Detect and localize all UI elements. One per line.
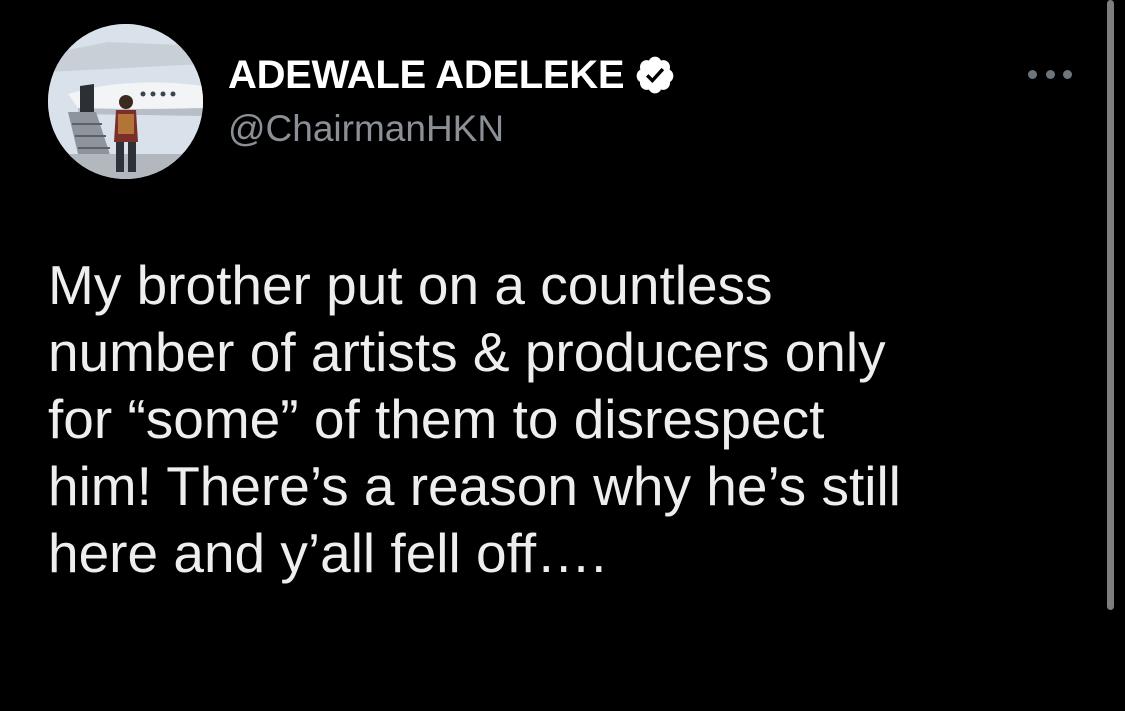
tweet-card: ADEWALE ADELEKE @ChairmanHKN My brother …	[0, 0, 1125, 711]
scrollbar[interactable]	[1107, 0, 1114, 610]
author-display-name[interactable]: ADEWALE ADELEKE	[228, 53, 625, 98]
author-name-row[interactable]: ADEWALE ADELEKE	[228, 52, 676, 98]
tweet-text-line: number of artists & producers only	[48, 321, 886, 383]
tweet-text-line: him! There’s a reason why he’s still	[48, 455, 901, 517]
author-handle[interactable]: @ChairmanHKN	[228, 108, 504, 150]
tweet-text: My brother put on a countless number of …	[48, 252, 1078, 587]
tweet-text-line: My brother put on a countless	[48, 254, 773, 316]
profile-photo-icon	[48, 24, 203, 179]
tweet-text-line: here and y’all fell off….	[48, 522, 607, 584]
more-options-icon[interactable]	[1028, 62, 1072, 86]
tweet-text-line: for “some” of them to disrespect	[48, 388, 825, 450]
verified-badge-icon	[634, 54, 676, 96]
more-dot	[1028, 69, 1037, 79]
more-dot	[1063, 69, 1072, 79]
author-avatar[interactable]	[48, 24, 203, 179]
more-dot	[1045, 69, 1055, 79]
